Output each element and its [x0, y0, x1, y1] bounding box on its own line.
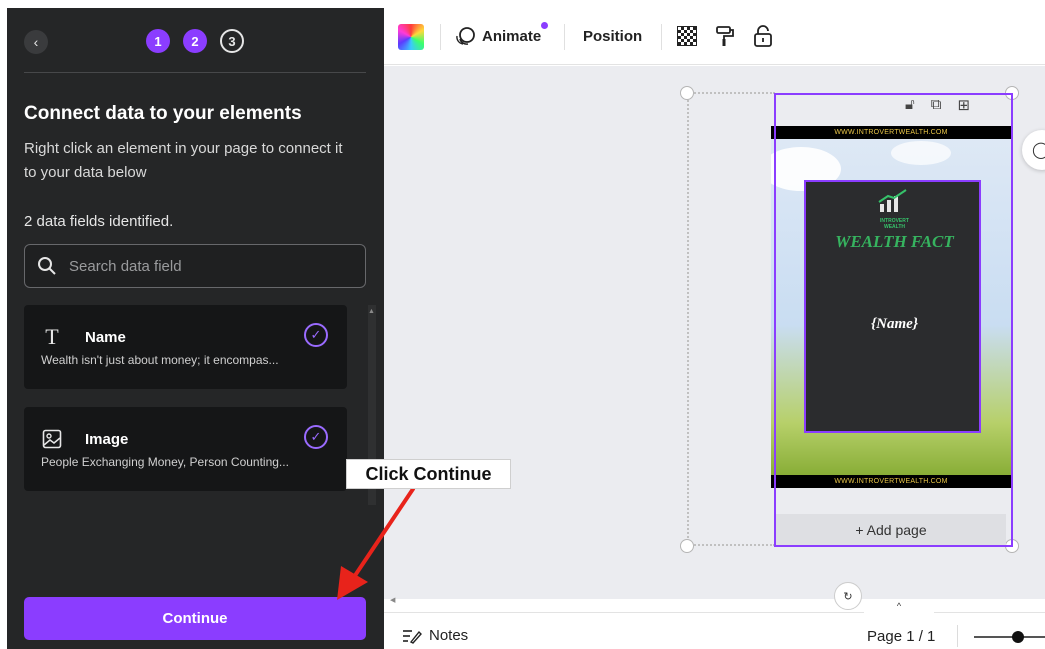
step-1[interactable]: 1 [146, 29, 170, 53]
new-badge [541, 22, 548, 29]
image-icon [40, 427, 64, 451]
text-icon: T [45, 324, 59, 349]
field-label: Name [85, 329, 126, 346]
step-2[interactable]: 2 [183, 29, 207, 53]
notes-icon [403, 629, 422, 644]
divider [957, 625, 958, 647]
position-button[interactable]: Position [583, 28, 642, 45]
animate-icon [456, 27, 475, 45]
search-icon [38, 257, 56, 275]
check-circle-icon: ✓ [304, 425, 328, 449]
editor-toolbar: Animate Position [384, 8, 1045, 65]
search-box[interactable] [24, 244, 366, 288]
chevron-up-icon[interactable]: ^ [864, 601, 934, 615]
divider [564, 24, 565, 50]
field-label: Image [85, 431, 129, 448]
data-field-name[interactable]: T Name ✓ Wealth isn't just about money; … [24, 305, 347, 389]
step-3[interactable]: 3 [220, 29, 244, 53]
zoom-slider-thumb[interactable] [1012, 631, 1024, 643]
page-indicator[interactable]: Page 1 / 1 [867, 628, 935, 645]
resize-handle[interactable] [680, 86, 694, 100]
bottom-bar: ^ Notes Page 1 / 1 [384, 601, 1045, 649]
search-input[interactable] [69, 257, 359, 275]
divider [661, 24, 662, 50]
data-field-image[interactable]: Image ✓ People Exchanging Money, Person … [24, 407, 347, 491]
notes-label: Notes [429, 627, 469, 644]
transparency-icon[interactable] [676, 25, 698, 47]
paint-roller-icon[interactable] [714, 25, 736, 47]
continue-button[interactable]: Continue [24, 597, 366, 640]
divider [24, 72, 366, 73]
notes-button[interactable]: Notes [402, 627, 468, 644]
check-circle-icon: ✓ [304, 323, 328, 347]
divider [440, 24, 441, 50]
zoom-slider-track[interactable] [974, 636, 1045, 638]
animate-label: Animate [482, 27, 542, 45]
scroll-up-icon[interactable]: ▲ [368, 308, 375, 315]
fields-count: 2 data fields identified. [24, 213, 174, 230]
page-selection-outline [774, 93, 1013, 547]
panel-description: Right click an element in your page to c… [24, 140, 343, 181]
scroll-left-icon[interactable]: ◀ [390, 596, 395, 604]
lock-icon[interactable] [752, 25, 774, 47]
color-swatch-icon[interactable] [398, 24, 424, 50]
chevron-left-icon: ‹ [33, 34, 39, 50]
group-selection-frame [687, 92, 775, 546]
annotation-callout: Click Continue [346, 459, 511, 489]
animate-button[interactable]: Animate [454, 22, 548, 47]
rotate-icon[interactable]: ↻ [834, 582, 862, 610]
back-button[interactable]: ‹ [24, 30, 48, 54]
resize-handle[interactable] [680, 539, 694, 553]
data-connect-panel: ‹ 1 2 3 Connect data to your elements Ri… [7, 8, 384, 649]
panel-title: Connect data to your elements [24, 103, 302, 124]
step-indicator: 1 2 3 [146, 29, 244, 53]
field-value: Wealth isn't just about money; it encomp… [41, 353, 279, 367]
field-value: People Exchanging Money, Person Counting… [41, 455, 289, 469]
add-page-button[interactable]: + Add page [776, 514, 1006, 545]
